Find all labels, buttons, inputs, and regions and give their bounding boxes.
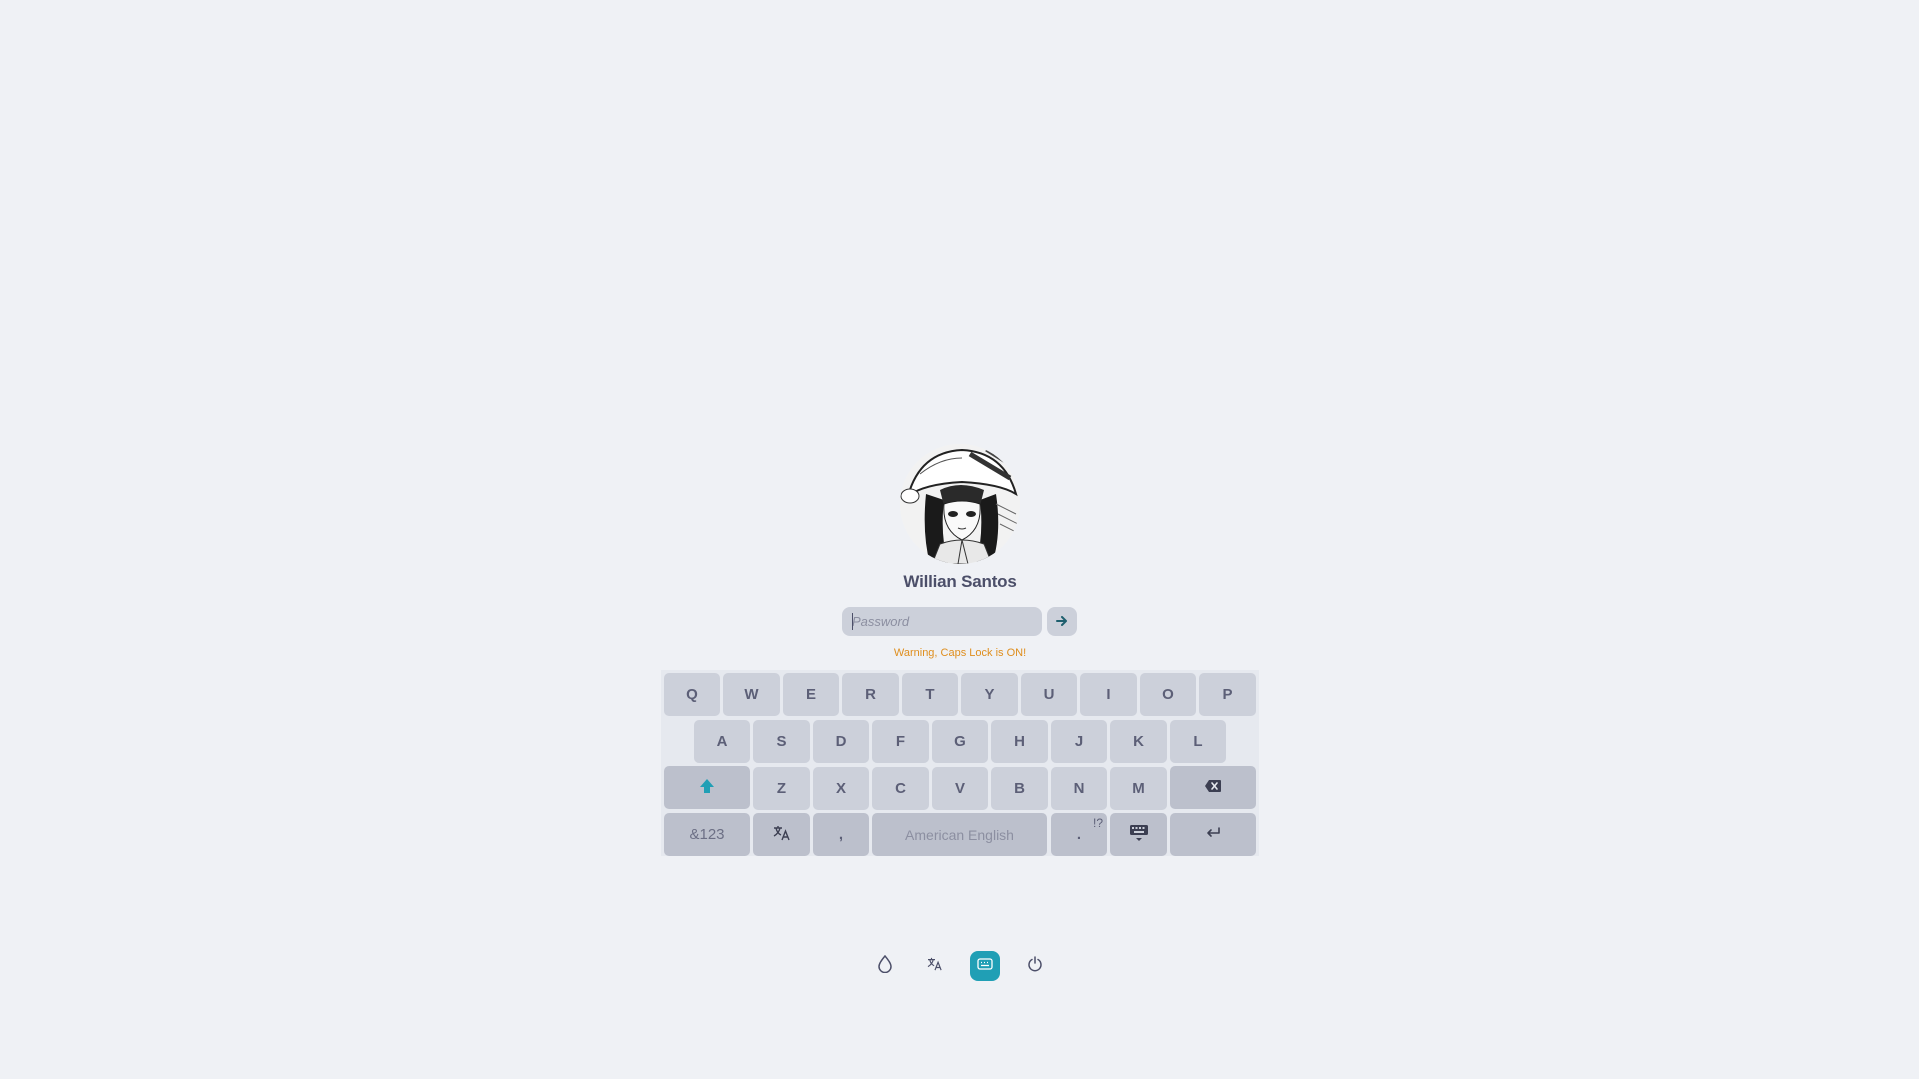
key-v[interactable]: V [932, 767, 988, 810]
backspace-icon [1204, 779, 1222, 797]
key-f[interactable]: F [872, 720, 929, 763]
theme-drop-icon [878, 954, 892, 978]
power-button[interactable] [1020, 951, 1050, 981]
on-screen-keyboard: Q W E R T Y U I O P A S D F G H J K L Z … [661, 670, 1259, 856]
key-h[interactable]: H [991, 720, 1048, 763]
enter-icon [1205, 826, 1221, 843]
key-w[interactable]: W [723, 673, 780, 716]
enter-key[interactable] [1170, 813, 1256, 856]
power-icon [1027, 955, 1043, 977]
key-r[interactable]: R [842, 673, 899, 716]
language-button[interactable] [920, 951, 950, 981]
submit-button[interactable] [1047, 607, 1077, 636]
space-key[interactable]: American English [872, 813, 1047, 856]
key-k[interactable]: K [1110, 720, 1167, 763]
key-g[interactable]: G [932, 720, 988, 763]
key-s[interactable]: S [753, 720, 810, 763]
key-z[interactable]: Z [753, 767, 810, 810]
username-label: Willian Santos [903, 572, 1017, 591]
text-caret [852, 613, 853, 630]
key-b[interactable]: B [991, 767, 1048, 810]
shift-key[interactable] [664, 766, 750, 809]
period-label: . [1076, 826, 1082, 843]
caps-lock-warning: Warning, Caps Lock is ON! [893, 647, 1027, 659]
key-m[interactable]: M [1110, 767, 1167, 810]
translate-icon [927, 957, 943, 976]
period-key[interactable]: . !? [1051, 813, 1107, 856]
symbols-key[interactable]: &123 [664, 813, 750, 856]
backspace-key[interactable] [1170, 766, 1256, 809]
period-alt-label: !? [1092, 816, 1103, 830]
key-t[interactable]: T [902, 673, 958, 716]
keyboard-icon [977, 957, 993, 975]
key-o[interactable]: O [1140, 673, 1196, 716]
lock-screen: Willian Santos Warning, Caps Lock is ON!… [0, 0, 1919, 1079]
password-input[interactable] [842, 607, 1042, 636]
theme-button[interactable] [870, 951, 900, 981]
comma-key[interactable]: , [813, 813, 869, 856]
key-p[interactable]: P [1199, 673, 1256, 716]
key-j[interactable]: J [1051, 720, 1107, 763]
key-i[interactable]: I [1080, 673, 1137, 716]
key-c[interactable]: C [872, 767, 929, 810]
key-d[interactable]: D [813, 720, 869, 763]
translate-icon [773, 825, 791, 845]
key-y[interactable]: Y [961, 673, 1018, 716]
key-e[interactable]: E [783, 673, 839, 716]
user-avatar [900, 444, 1020, 564]
key-x[interactable]: X [813, 767, 869, 810]
shift-arrow-icon [699, 778, 715, 798]
hide-keyboard-key[interactable] [1110, 813, 1167, 856]
key-n[interactable]: N [1051, 767, 1107, 810]
arrow-right-icon [1056, 613, 1068, 631]
key-l[interactable]: L [1170, 720, 1226, 763]
language-key[interactable] [753, 813, 810, 856]
key-u[interactable]: U [1021, 673, 1077, 716]
key-a[interactable]: A [694, 720, 750, 763]
keyboard-toggle-button[interactable] [970, 951, 1000, 981]
key-q[interactable]: Q [664, 673, 720, 716]
keyboard-hide-icon [1129, 824, 1149, 846]
